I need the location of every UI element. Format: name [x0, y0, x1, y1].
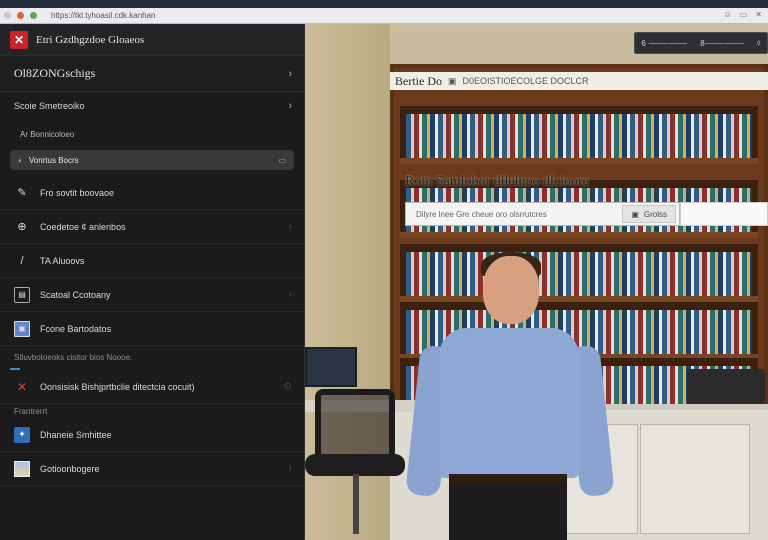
chair-leg [353, 474, 359, 534]
search-input[interactable]: Dilyre lnee Gre cheue oro olsrrutcres [416, 210, 622, 219]
sidebar-item[interactable]: ▣ Fcone Bartodatos [0, 312, 304, 346]
search-button-icon: ▣ [631, 209, 639, 219]
sparkle-icon: ✦ [14, 426, 30, 443]
sidebar-item-label: Fro sovtit boovaoe [40, 187, 115, 198]
sidebar-item[interactable]: ✦ Dhaneie Smhittee [0, 418, 304, 452]
restore-icon[interactable]: ▭ [740, 10, 748, 19]
app-logo-icon[interactable]: ✕ [10, 30, 28, 49]
sidebar-item-label: Oonsisisk Bishjprtbclie ditectcia cocuit… [40, 381, 195, 392]
app-title: Etri Gzdhgzdoe Gloaeos [36, 33, 145, 46]
sidebar-item-label: Dhaneie Smhittee [40, 429, 112, 440]
sidebar-item[interactable]: ⊕ Coedetoe ¢ anlenbos › [0, 210, 304, 244]
drop-icon[interactable]: ⬨ [757, 38, 761, 48]
sidebar-item-highlight[interactable]: ✕ Oonsisisk Bishjprtbclie ditectcia cocu… [0, 370, 304, 404]
photo-icon [14, 460, 30, 477]
overlay-title-bar: Bertie Do ▣ D0EOISTIOECOLGE DOCLCR [390, 72, 768, 90]
sidebar-item[interactable]: ✎ Fro sovtit boovaoe [0, 176, 304, 210]
sidebar-subrow-label: Ar Bonnicoloeo [20, 129, 75, 139]
item-badge-icon: ▭ [278, 155, 286, 165]
sidebar-item[interactable]: / TA Aluoovs [0, 244, 304, 278]
cabinet-door [640, 424, 750, 534]
sidebar-item-selected[interactable]: ◐ Vonrtus Bocrs ▭ [10, 150, 294, 170]
sidebar-section-header[interactable]: Ol8ZONGschigs › [0, 56, 304, 92]
close-icon[interactable]: ✕ [755, 10, 762, 19]
search-button[interactable]: ▣ Grolss [622, 205, 676, 223]
toolbar-button-1[interactable]: 6 ⸻⸻ [641, 38, 687, 49]
sidebar-note: Stluvbotoeoks cisitor bios Noooe. [14, 352, 133, 362]
sidebar-header: ✕ Etri Gzdhgzdoe Gloaeos [0, 24, 304, 56]
chevron-right-icon: › [288, 100, 292, 112]
overlay-caption: Rotn Samiobor dilelnoo dlcioore [405, 174, 589, 189]
sidebar-row-label: Scoie Smetreoiko [14, 101, 85, 111]
toolbar-button-2[interactable]: 8⸻⸻ [700, 38, 744, 49]
sidebar-panel: ✕ Etri Gzdhgzdoe Gloaeos Ol8ZONGschigs ›… [0, 24, 305, 540]
scene-toolbar[interactable]: 6 ⸻⸻ 8⸻⸻ ⬨ [634, 32, 768, 54]
sidebar-item-label: Coedetoe ¢ anlenbos [40, 221, 126, 232]
sidebar-item-label: Gotioonbogere [40, 463, 100, 474]
search-button-label: Grolss [643, 209, 667, 219]
overlay-title: Bertie Do [395, 73, 442, 88]
chevron-right-icon: › [288, 221, 292, 232]
slash-tool-icon: / [20, 254, 24, 267]
browser-address-bar[interactable]: https://tkl.tyhoasil.cdk.kanhan ☺ ▭ ✕ [0, 8, 768, 24]
document-icon: ▤ [14, 286, 30, 303]
shelf-row [400, 106, 758, 164]
sidebar-item-label: Fcone Bartodatos [40, 323, 112, 334]
pen-tool-icon: ✎ [17, 187, 27, 199]
chevron-right-icon: › [288, 463, 292, 474]
sidebar-item-label: Scatoal Ccotoany [40, 289, 111, 300]
overlay-title-icon: ▣ [448, 75, 457, 86]
chair-seat [305, 454, 405, 476]
compass-icon: ⊕ [17, 221, 27, 233]
overlay-title-text: D0EOISTIOECOLGE DOCLCR [462, 76, 589, 86]
search-bar-extension [680, 202, 768, 226]
minimize-icon[interactable]: ☺ [724, 10, 732, 19]
monitor [305, 347, 357, 387]
browser-logo-icon [17, 12, 24, 19]
chevron-right-icon: › [288, 67, 292, 80]
sidebar-item[interactable]: ▤ Scatoal Ccotoany › [0, 278, 304, 312]
window-titlebar [0, 0, 768, 8]
section-label: Ol8ZONGschigs [14, 66, 96, 80]
secure-icon [30, 12, 37, 19]
sidebar-subrow[interactable]: Ar Bonnicoloeo [0, 120, 304, 148]
person [405, 252, 615, 540]
printer [687, 369, 765, 404]
sidebar-row[interactable]: Scoie Smetreoiko › [0, 92, 304, 120]
background-photo: 6 ⸻⸻ 8⸻⸻ ⬨ Bertie Do ▣ D0EOISTIOECOLGE D… [305, 24, 768, 540]
red-x-icon: ✕ [16, 379, 28, 394]
chevron-right-icon: › [288, 289, 292, 300]
sidebar-item[interactable]: Gotioonbogere › [0, 452, 304, 486]
image-icon: ▣ [14, 320, 30, 337]
back-icon[interactable] [4, 12, 11, 19]
info-badge-icon[interactable]: ⊙ [284, 381, 292, 392]
selected-item-label: Vonrtus Bocrs [28, 155, 79, 165]
sidebar-note: Frantrerrt [14, 406, 48, 416]
address-text[interactable]: https://tkl.tyhoasil.cdk.kanhan [51, 11, 156, 20]
sidebar-item-label: TA Aluoovs [40, 255, 85, 266]
search-bar[interactable]: Dilyre lnee Gre cheue oro olsrrutcres ▣ … [405, 202, 680, 226]
